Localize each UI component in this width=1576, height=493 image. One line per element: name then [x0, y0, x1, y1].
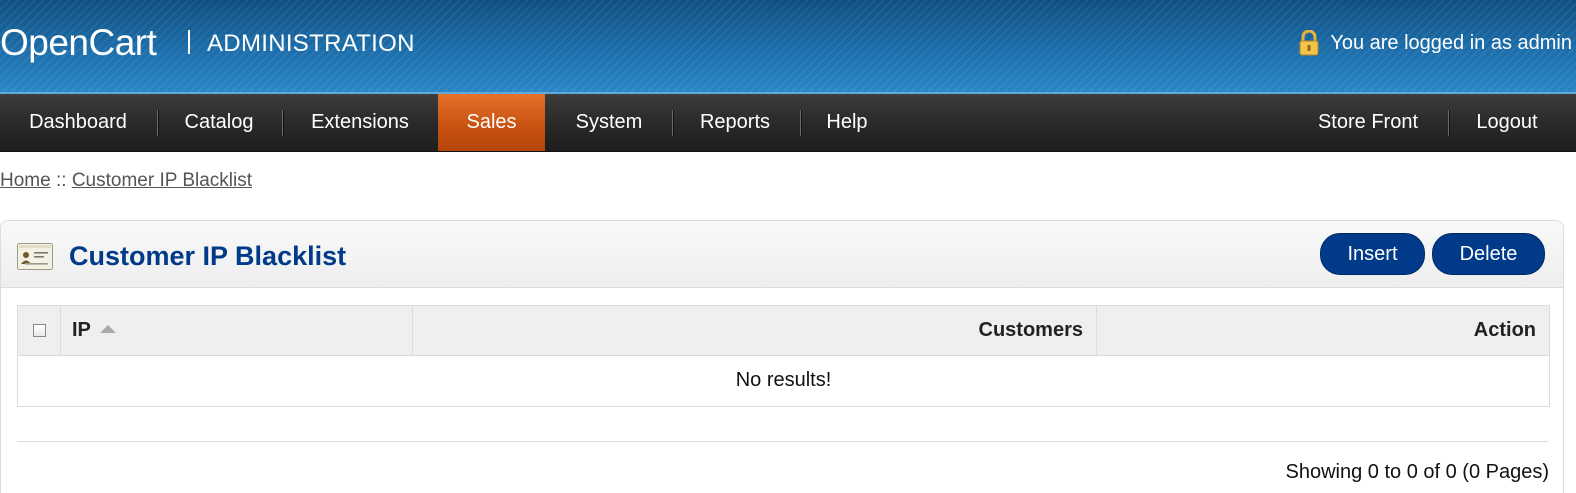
main-nav: Dashboard Catalog Extensions Sales Syste…: [0, 94, 1576, 152]
nav-divider: [157, 110, 158, 136]
column-ip-label[interactable]: IP: [72, 319, 91, 341]
empty-message: No results!: [735, 369, 832, 391]
logged-in-text: You are logged in as admin: [1330, 31, 1572, 54]
column-divider: [412, 306, 413, 355]
nav-sales[interactable]: Sales: [438, 94, 545, 151]
divider: [17, 441, 1548, 442]
administration-label: ADMINISTRATION: [207, 30, 415, 57]
nav-extensions[interactable]: Extensions: [296, 94, 424, 151]
nav-divider: [1448, 110, 1449, 136]
column-action: Action: [1473, 319, 1536, 341]
panel-header: Customer IP Blacklist Insert Delete: [1, 221, 1563, 288]
insert-button[interactable]: Insert: [1320, 233, 1425, 275]
opencart-logo[interactable]: OpenCart: [0, 22, 157, 64]
breadcrumb-home-link[interactable]: Home: [0, 170, 51, 191]
nav-divider: [800, 110, 801, 136]
nav-help[interactable]: Help: [812, 94, 882, 151]
lock-icon: [1299, 30, 1319, 56]
logged-in-status: You are logged in as admin: [1298, 30, 1572, 56]
logo-divider: [188, 30, 190, 54]
header: OpenCart ADMINISTRATION You are logged i…: [0, 0, 1576, 94]
select-all-checkbox[interactable]: [33, 324, 46, 337]
pagination-info: Showing 0 to 0 of 0 (0 Pages): [1285, 461, 1550, 483]
column-ip[interactable]: IP: [72, 306, 116, 355]
sort-ascending-icon[interactable]: [99, 324, 116, 333]
nav-catalog[interactable]: Catalog: [170, 94, 268, 151]
column-divider: [1096, 306, 1097, 355]
column-divider: [60, 306, 61, 355]
page-title: Customer IP Blacklist: [69, 241, 347, 271]
nav-divider: [282, 110, 283, 136]
nav-logout[interactable]: Logout: [1462, 94, 1552, 151]
table-header: IP Customers Action: [18, 306, 1549, 356]
nav-dashboard[interactable]: Dashboard: [12, 94, 144, 151]
nav-reports[interactable]: Reports: [686, 94, 784, 151]
nav-store-front[interactable]: Store Front: [1302, 94, 1434, 151]
breadcrumb-current-link[interactable]: Customer IP Blacklist: [72, 170, 252, 191]
customer-card-icon: [17, 243, 53, 270]
nav-system[interactable]: System: [560, 94, 658, 151]
breadcrumb: Home :: Customer IP Blacklist: [0, 170, 252, 192]
content-panel: Customer IP Blacklist Insert Delete IP C…: [0, 220, 1564, 493]
column-customers[interactable]: Customers: [418, 306, 1083, 355]
delete-button[interactable]: Delete: [1432, 233, 1545, 275]
blacklist-table: IP Customers Action No results!: [17, 305, 1550, 407]
nav-divider: [672, 110, 673, 136]
breadcrumb-separator: ::: [55, 170, 67, 191]
